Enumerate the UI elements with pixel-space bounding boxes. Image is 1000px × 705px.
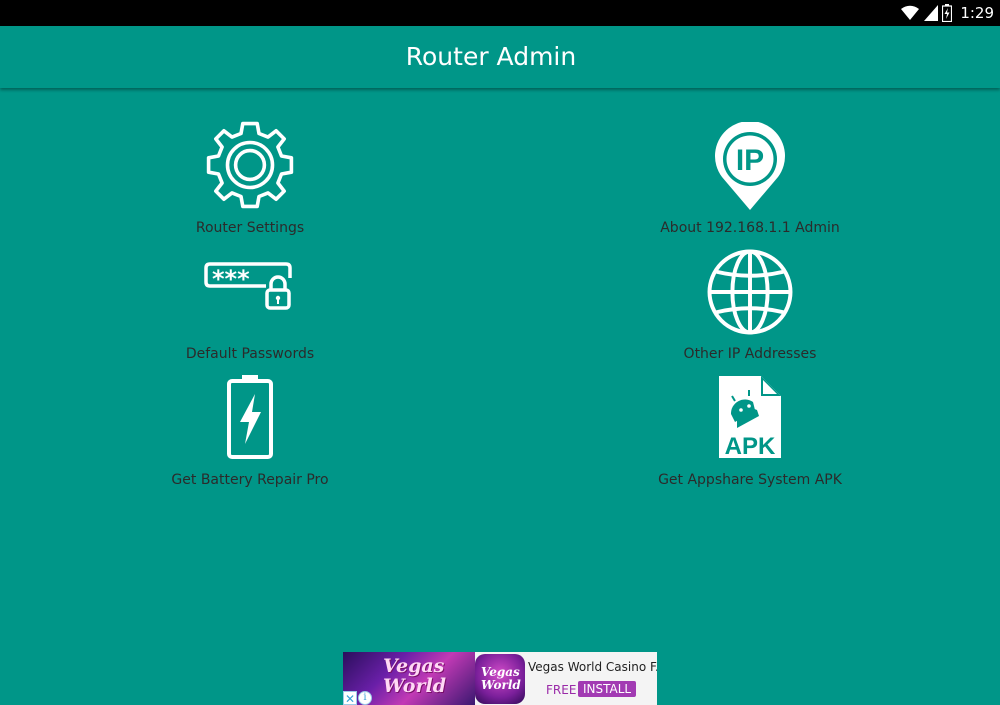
default-passwords-button[interactable]: *** Default Passwords bbox=[130, 248, 370, 368]
router-settings-label: Router Settings bbox=[195, 220, 305, 236]
other-ip-button[interactable]: Other IP Addresses bbox=[630, 248, 870, 368]
apk-file-icon: APK bbox=[719, 376, 781, 460]
ad-image-text: Vegas World bbox=[383, 655, 446, 697]
password-lock-icon: *** bbox=[204, 262, 292, 310]
ad-icon-text: Vegas World bbox=[481, 665, 521, 692]
ip-icon-text: IP bbox=[736, 144, 764, 177]
ip-location-pin-icon: IP bbox=[715, 122, 785, 210]
other-ip-label: Other IP Addresses bbox=[683, 346, 817, 362]
ad-close-icon[interactable]: ✕ bbox=[343, 691, 357, 705]
battery-charging-icon bbox=[942, 4, 953, 22]
appshare-apk-button[interactable]: APK Get Appshare System APK bbox=[630, 374, 870, 494]
app-bar: Router Admin bbox=[0, 26, 1000, 88]
about-admin-button[interactable]: IP About 192.168.1.1 Admin bbox=[630, 120, 870, 240]
password-mask-text: *** bbox=[212, 265, 250, 293]
ad-install-button[interactable]: INSTALL bbox=[578, 681, 637, 697]
page-title: Router Admin bbox=[405, 42, 577, 71]
ad-free-label: FREE bbox=[546, 683, 577, 697]
status-bar: 1:29 bbox=[0, 0, 1000, 26]
gear-icon bbox=[206, 121, 294, 209]
router-settings-button[interactable]: Router Settings bbox=[130, 120, 370, 240]
default-passwords-label: Default Passwords bbox=[185, 346, 315, 362]
status-time: 1:29 bbox=[960, 4, 994, 22]
about-admin-label: About 192.168.1.1 Admin bbox=[660, 220, 840, 236]
globe-icon bbox=[707, 249, 793, 335]
signal-icon bbox=[924, 5, 939, 21]
ad-app-icon[interactable]: Vegas World bbox=[475, 654, 525, 704]
battery-bolt-icon bbox=[227, 375, 273, 459]
appshare-apk-label: Get Appshare System APK bbox=[658, 472, 842, 488]
wifi-icon bbox=[901, 5, 920, 21]
ad-info-icon[interactable]: i bbox=[358, 691, 372, 705]
ad-banner[interactable]: Vegas World Vegas World Vegas World Casi… bbox=[343, 652, 657, 705]
battery-repair-button[interactable]: Get Battery Repair Pro bbox=[130, 374, 370, 494]
apk-icon-text: APK bbox=[725, 433, 776, 460]
ad-title[interactable]: Vegas World Casino F... bbox=[528, 660, 657, 674]
status-icons: 1:29 bbox=[900, 3, 994, 23]
battery-repair-label: Get Battery Repair Pro bbox=[171, 472, 329, 488]
